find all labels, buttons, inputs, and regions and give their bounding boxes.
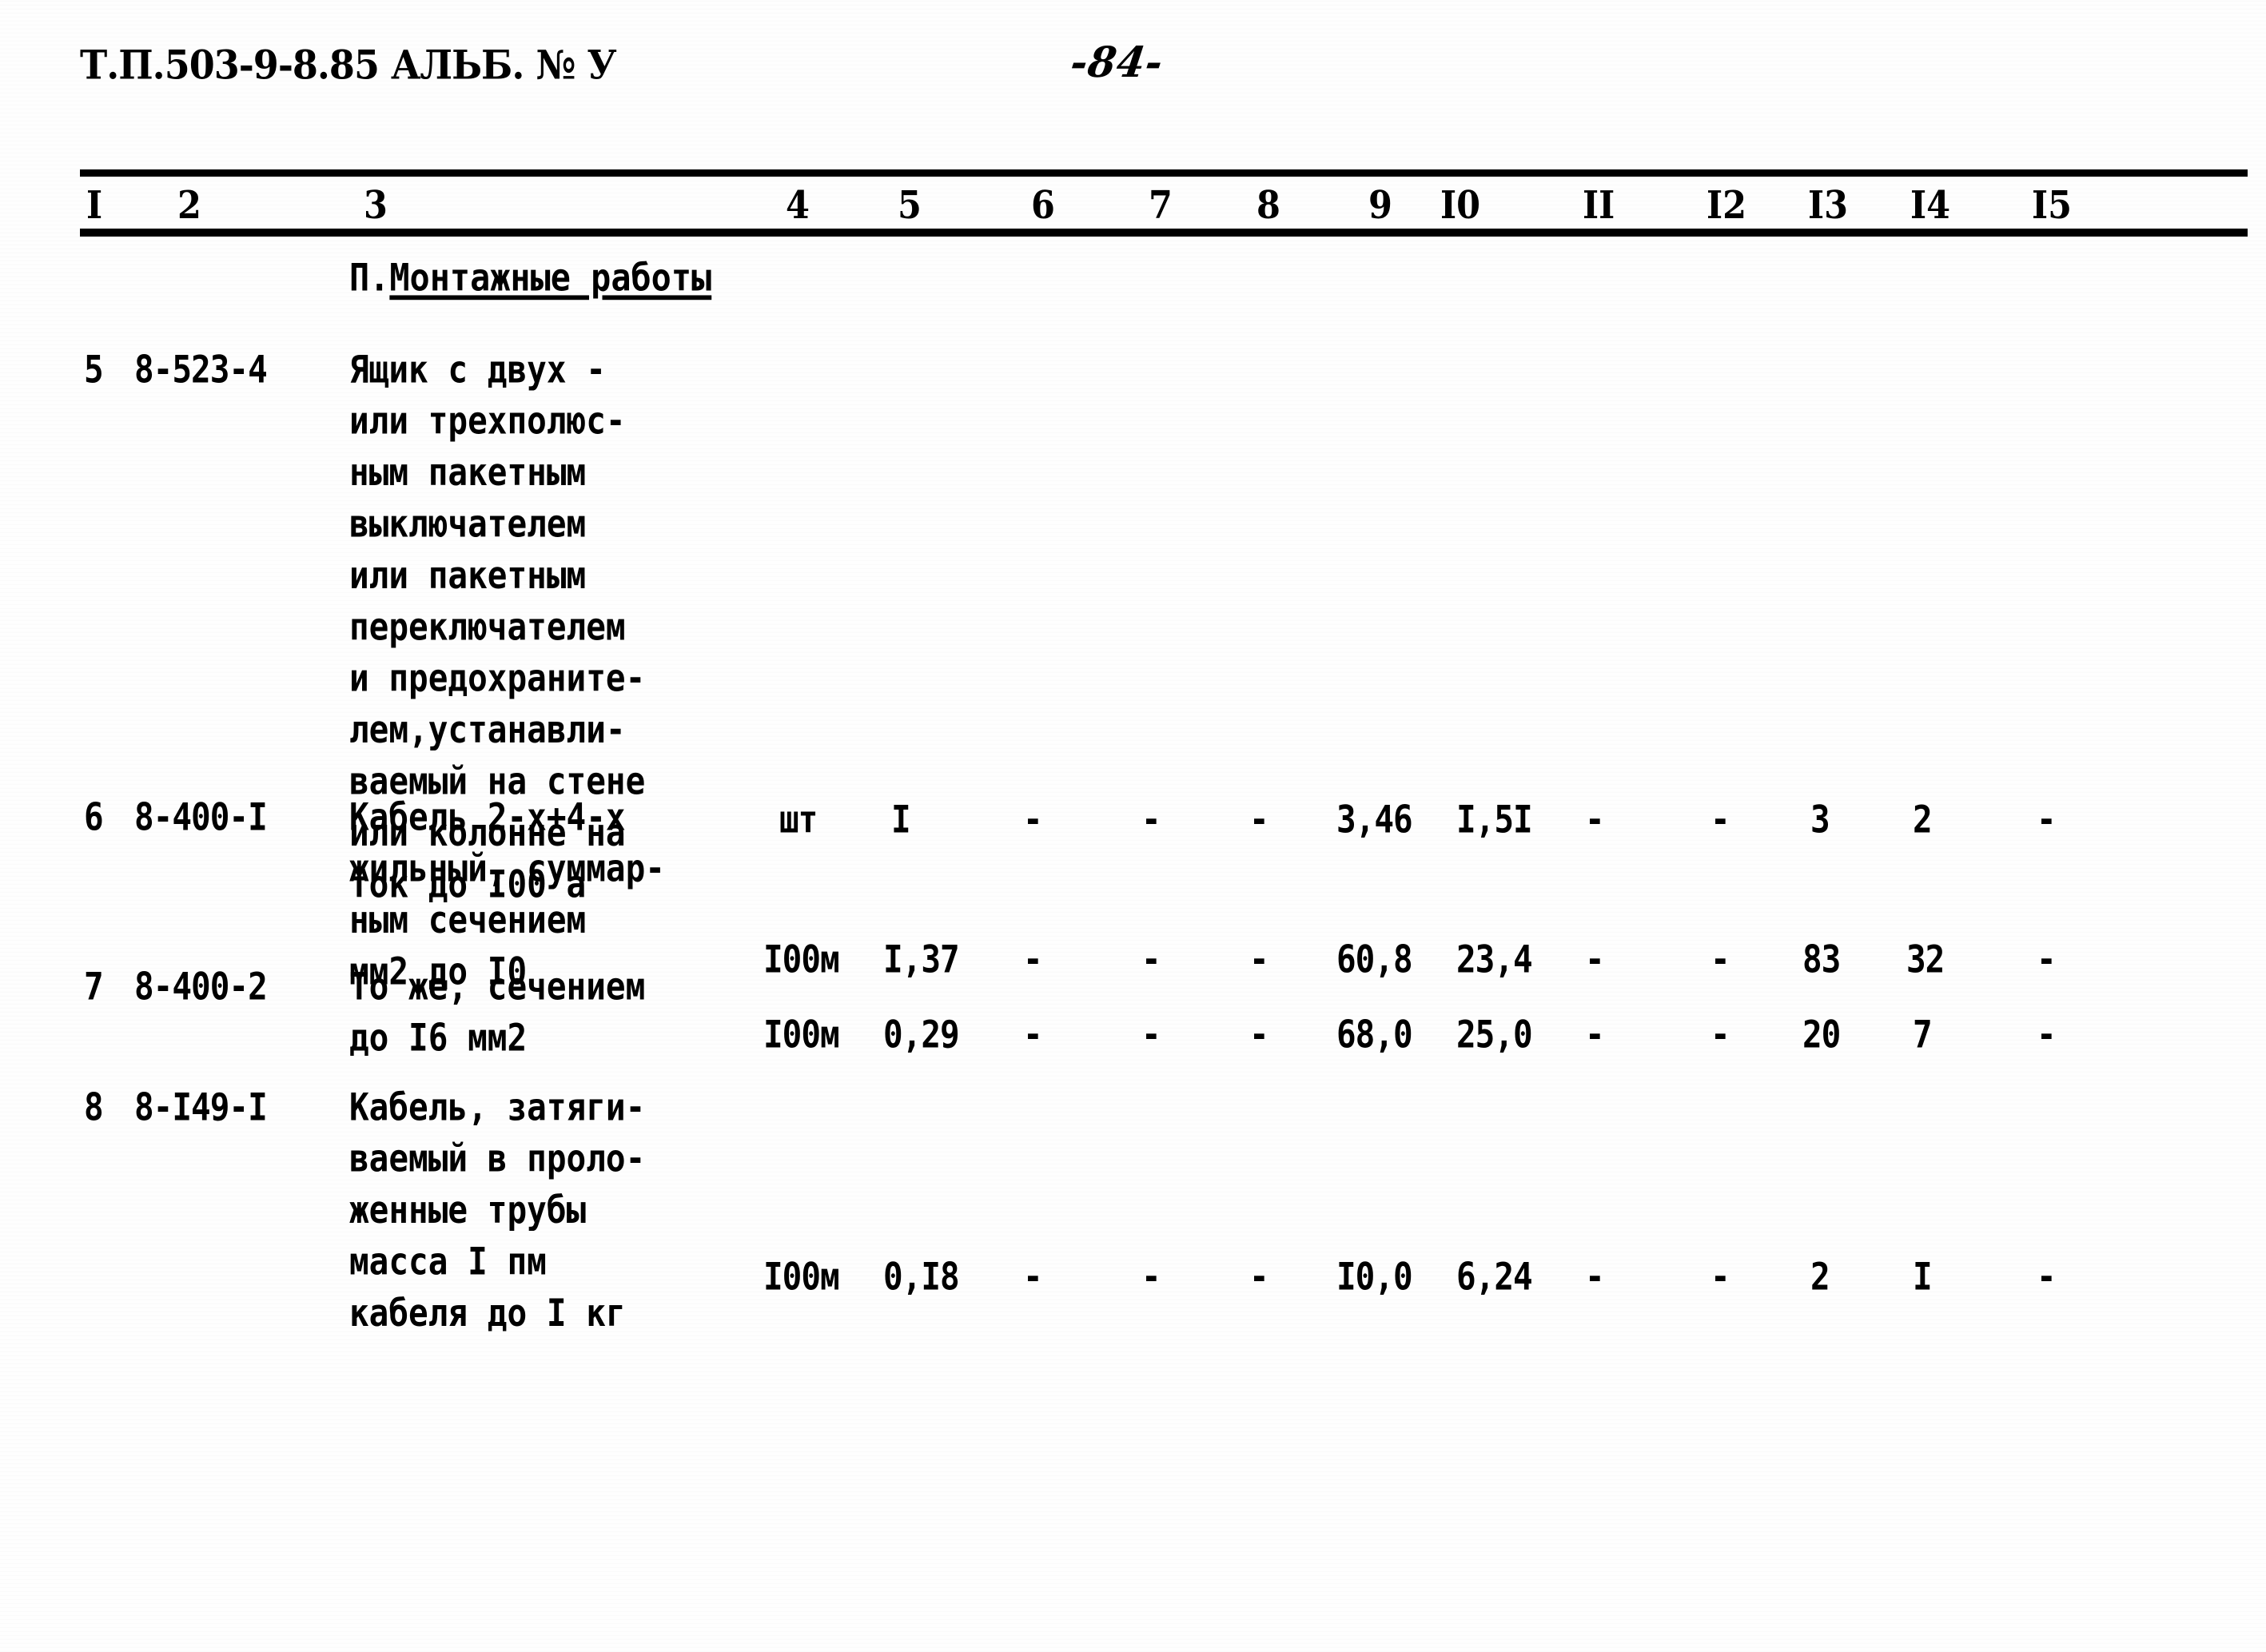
column-header-10: I0 bbox=[1440, 183, 1481, 229]
cell-col15: - bbox=[2037, 1254, 2057, 1299]
row-description: То же, сечением до I6 мм2 bbox=[349, 964, 646, 1061]
cell-col11: - bbox=[1585, 1254, 1605, 1299]
section-heading-prefix: П. bbox=[349, 256, 390, 301]
row-index: 8 bbox=[84, 1085, 104, 1129]
cell-col13: 20 bbox=[1802, 1012, 1841, 1057]
cell-col7: - bbox=[1141, 937, 1161, 981]
cell-col13: 2 bbox=[1810, 1254, 1830, 1299]
column-header-5: 5 bbox=[898, 183, 922, 229]
cell-col5: 0,29 bbox=[883, 1012, 960, 1057]
cell-col9: 60,8 bbox=[1336, 937, 1413, 981]
page-number: -84- bbox=[1067, 37, 1167, 87]
column-header-6: 6 bbox=[1031, 183, 1055, 229]
table-header-bottom-rule bbox=[80, 229, 2248, 237]
column-header-15: I5 bbox=[2032, 183, 2073, 229]
cell-col9: I0,0 bbox=[1336, 1254, 1413, 1299]
cell-unit: I00м bbox=[763, 1012, 840, 1057]
cell-col5: I bbox=[891, 797, 911, 842]
cell-col11: - bbox=[1585, 937, 1605, 981]
cell-col8: - bbox=[1249, 1254, 1269, 1299]
column-header-1: I bbox=[86, 183, 103, 229]
row-code: 8-400-2 bbox=[134, 964, 268, 1009]
cell-col10: 6,24 bbox=[1456, 1254, 1533, 1299]
cell-col9: 3,46 bbox=[1336, 797, 1413, 842]
row-code: 8-400-I bbox=[134, 794, 268, 839]
cell-col12: - bbox=[1710, 1012, 1730, 1057]
cell-col7: - bbox=[1141, 1254, 1161, 1299]
cell-col10: 25,0 bbox=[1456, 1012, 1533, 1057]
cell-col15: - bbox=[2037, 937, 2057, 981]
column-header-11: II bbox=[1583, 183, 1615, 229]
cell-col14: 2 bbox=[1913, 797, 1933, 842]
column-header-9: 9 bbox=[1368, 183, 1392, 229]
cell-col15: - bbox=[2037, 1012, 2057, 1057]
row-description: Кабель, затяги- ваемый в проло- женные т… bbox=[349, 1085, 646, 1336]
column-header-4: 4 bbox=[786, 183, 810, 229]
cell-col13: 3 bbox=[1810, 797, 1830, 842]
row-code: 8-I49-I bbox=[134, 1085, 268, 1129]
cell-col14: 32 bbox=[1906, 937, 1945, 981]
cell-col11: - bbox=[1585, 797, 1605, 842]
cell-col10: I,5I bbox=[1456, 797, 1533, 842]
cell-col6: - bbox=[1023, 1254, 1043, 1299]
cell-col6: - bbox=[1023, 797, 1043, 842]
column-header-13: I3 bbox=[1808, 183, 1849, 229]
cell-col9: 68,0 bbox=[1336, 1012, 1413, 1057]
column-header-12: I2 bbox=[1706, 183, 1747, 229]
row-index: 5 bbox=[84, 347, 104, 392]
cell-unit: I00м bbox=[763, 1254, 840, 1299]
column-header-14: I4 bbox=[1910, 183, 1951, 229]
cell-col12: - bbox=[1710, 937, 1730, 981]
column-header-3: 3 bbox=[364, 183, 388, 229]
column-header-7: 7 bbox=[1149, 183, 1173, 229]
cell-col11: - bbox=[1585, 1012, 1605, 1057]
cell-col7: - bbox=[1141, 1012, 1161, 1057]
cell-col15: - bbox=[2037, 797, 2057, 842]
table-column-header-row: I 2 3 4 5 6 7 8 9 I0 II I2 I3 I4 I5 bbox=[0, 182, 2266, 229]
cell-col8: - bbox=[1249, 937, 1269, 981]
column-header-8: 8 bbox=[1256, 183, 1280, 229]
cell-col14: I bbox=[1913, 1254, 1933, 1299]
cell-col12: - bbox=[1710, 1254, 1730, 1299]
cell-col12: - bbox=[1710, 797, 1730, 842]
cell-col6: - bbox=[1023, 937, 1043, 981]
scanned-page: Т.П.503-9-8.85 АЛЬБ. № У -84- I 2 3 4 5 … bbox=[0, 0, 2266, 1652]
cell-col13: 83 bbox=[1802, 937, 1841, 981]
section-heading-label: Монтажные работы bbox=[389, 256, 712, 301]
cell-col5: I,37 bbox=[883, 937, 960, 981]
column-header-2: 2 bbox=[177, 183, 201, 229]
document-header-code: Т.П.503-9-8.85 АЛЬБ. № У bbox=[80, 42, 617, 89]
row-index: 6 bbox=[84, 794, 104, 839]
cell-unit: I00м bbox=[763, 937, 840, 981]
cell-col7: - bbox=[1141, 797, 1161, 842]
cell-col6: - bbox=[1023, 1012, 1043, 1057]
cell-col8: - bbox=[1249, 1012, 1269, 1057]
cell-col14: 7 bbox=[1913, 1012, 1933, 1057]
row-code: 8-523-4 bbox=[134, 347, 268, 392]
cell-col10: 23,4 bbox=[1456, 937, 1533, 981]
cell-unit: шт bbox=[779, 797, 818, 842]
section-heading: П.Монтажные работы bbox=[349, 256, 711, 300]
cell-col8: - bbox=[1249, 797, 1269, 842]
cell-col5: 0,I8 bbox=[883, 1254, 960, 1299]
table-top-rule bbox=[80, 169, 2248, 177]
row-index: 7 bbox=[84, 964, 104, 1009]
